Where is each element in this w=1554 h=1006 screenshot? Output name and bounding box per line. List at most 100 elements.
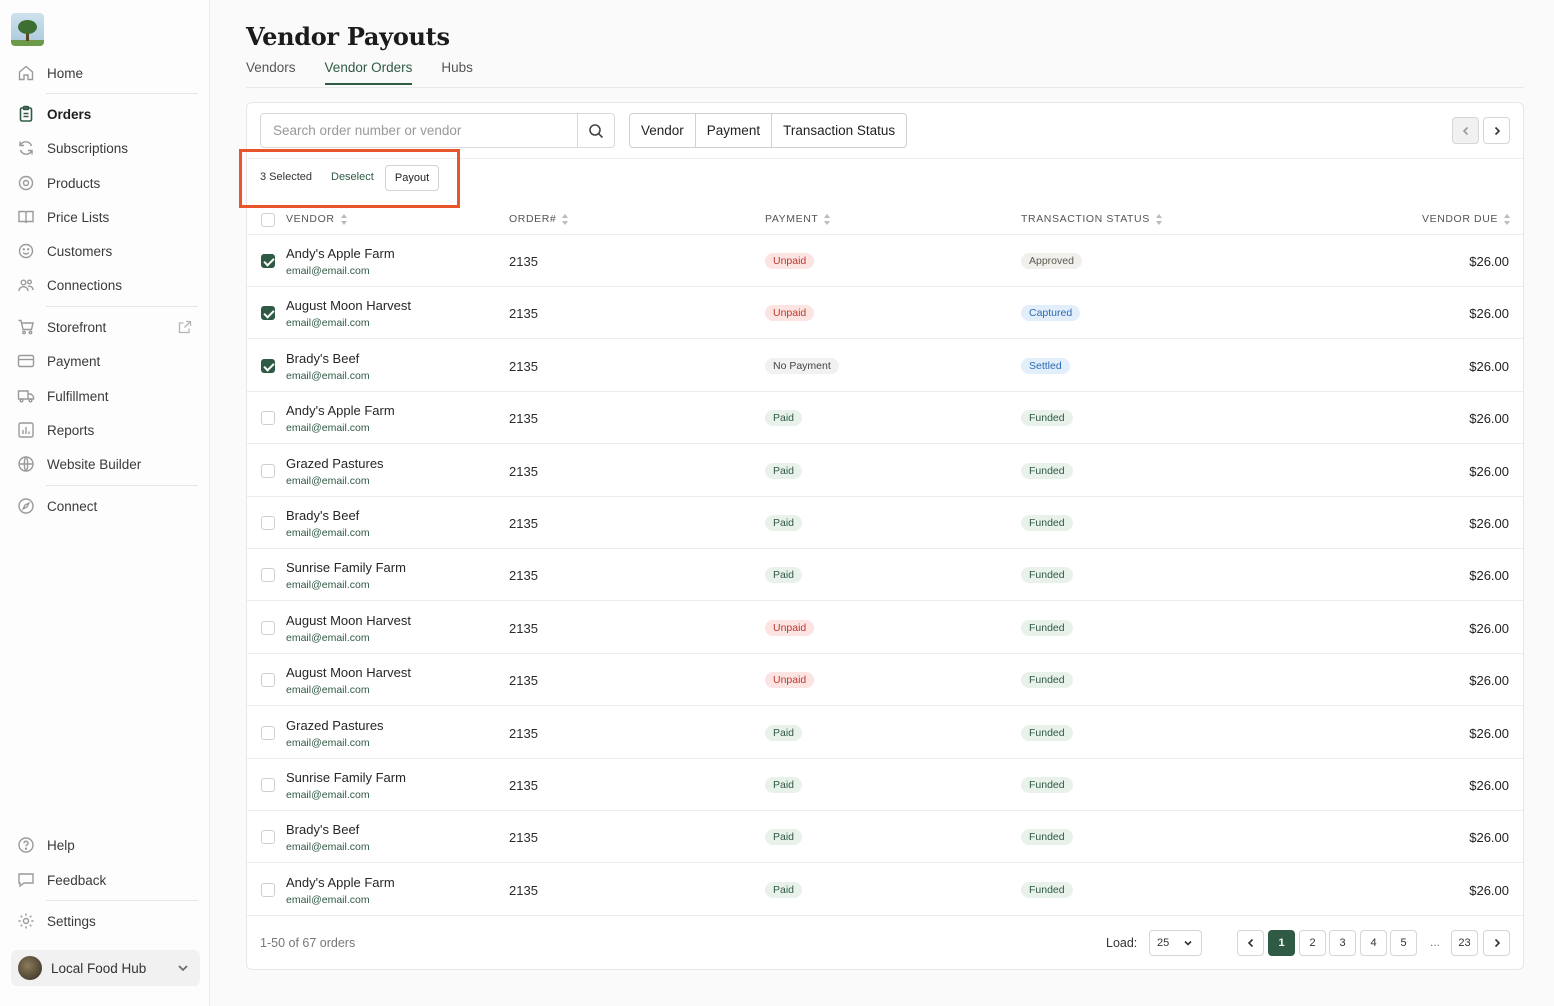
row-checkbox[interactable]: [261, 568, 275, 583]
column-header-vendor[interactable]: VENDOR: [286, 213, 348, 225]
external-link-icon[interactable]: [178, 320, 192, 334]
vendor-email[interactable]: email@email.com: [286, 684, 370, 696]
row-checkbox[interactable]: [261, 358, 275, 373]
column-header-order[interactable]: ORDER#: [509, 213, 569, 225]
vendor-name[interactable]: Brady's Beef: [286, 508, 359, 523]
vendor-email[interactable]: email@email.com: [286, 317, 370, 329]
results-count: 1-50 of 67 orders: [260, 936, 356, 950]
row-checkbox[interactable]: [261, 725, 275, 740]
page-button-4[interactable]: 4: [1360, 930, 1387, 956]
table-row[interactable]: August Moon Harvest email@email.com 2135 Un…: [247, 602, 1523, 654]
vendor-email[interactable]: email@email.com: [286, 632, 370, 644]
vendor-name[interactable]: Andy's Apple Farm: [286, 875, 395, 890]
vendor-name[interactable]: Sunrise Family Farm: [286, 770, 406, 785]
row-checkbox[interactable]: [261, 830, 275, 845]
vendor-name[interactable]: Sunrise Family Farm: [286, 560, 406, 575]
row-checkbox[interactable]: [261, 620, 275, 635]
sidebar-item-products[interactable]: Products: [16, 170, 198, 196]
row-checkbox[interactable]: [261, 411, 275, 426]
prev-page-button[interactable]: [1237, 930, 1264, 956]
row-checkbox[interactable]: [261, 254, 275, 268]
page-button-last[interactable]: 23: [1451, 930, 1478, 956]
sidebar-item-feedback[interactable]: Feedback: [16, 867, 198, 893]
table-row[interactable]: Andy's Apple Farm email@email.com 2135 Unpa…: [247, 235, 1523, 287]
vendor-name[interactable]: Brady's Beef: [286, 351, 359, 366]
sidebar-item-price-lists[interactable]: Price Lists: [16, 204, 198, 230]
row-checkbox[interactable]: [261, 306, 275, 321]
deselect-link[interactable]: Deselect: [331, 171, 374, 183]
hub-switcher[interactable]: Local Food Hub: [11, 950, 200, 986]
search-button[interactable]: [577, 114, 614, 147]
table-row[interactable]: Andy's Apple Farm email@email.com 2135 Paid…: [247, 392, 1523, 445]
sidebar-item-reports[interactable]: Reports: [16, 417, 198, 443]
sidebar-item-customers[interactable]: Customers: [16, 238, 198, 264]
row-checkbox[interactable]: [261, 463, 275, 478]
page-button-5[interactable]: 5: [1390, 930, 1417, 956]
vendor-name[interactable]: August Moon Harvest: [286, 665, 411, 680]
vendor-name[interactable]: Brady's Beef: [286, 822, 359, 837]
vendor-email[interactable]: email@email.com: [286, 370, 370, 382]
vendor-email[interactable]: email@email.com: [286, 265, 370, 277]
column-header-payment[interactable]: PAYMENT: [765, 213, 831, 225]
next-page-button[interactable]: [1483, 930, 1510, 956]
tab-hubs[interactable]: Hubs: [441, 60, 473, 85]
page-button-1[interactable]: 1: [1268, 930, 1295, 956]
vendor-email[interactable]: email@email.com: [286, 422, 370, 434]
vendor-email[interactable]: email@email.com: [286, 737, 370, 749]
page-button-3[interactable]: 3: [1329, 930, 1356, 956]
filter-payment-button[interactable]: Payment: [696, 114, 773, 147]
vendor-name[interactable]: Grazed Pastures: [286, 718, 384, 733]
filter-vendor-button[interactable]: Vendor: [630, 114, 696, 147]
sidebar-item-website-builder[interactable]: Website Builder: [16, 451, 198, 477]
table-row[interactable]: August Moon Harvest email@email.com 2135 Un…: [247, 654, 1523, 707]
sidebar-item-storefront[interactable]: Storefront: [16, 314, 198, 340]
vendor-name[interactable]: Andy's Apple Farm: [286, 403, 395, 418]
filter-transaction-status-button[interactable]: Transaction Status: [772, 114, 906, 147]
sidebar-item-help[interactable]: Help: [16, 832, 198, 858]
app-logo[interactable]: [11, 13, 44, 46]
table-row[interactable]: Brady's Beef email@email.com 2135 No Paymen…: [247, 340, 1523, 392]
sidebar-item-orders[interactable]: Orders: [16, 101, 198, 127]
table-row[interactable]: August Moon Harvest email@email.com 2135 Un…: [247, 287, 1523, 340]
search-input[interactable]: [261, 114, 577, 147]
prev-page-button-top[interactable]: [1452, 117, 1479, 144]
vendor-email[interactable]: email@email.com: [286, 841, 370, 853]
vendor-due-amount: $26.00: [1469, 725, 1509, 741]
sidebar-item-connections[interactable]: Connections: [16, 272, 198, 298]
vendor-email[interactable]: email@email.com: [286, 894, 370, 906]
sidebar-item-subscriptions[interactable]: Subscriptions: [16, 135, 198, 161]
vendor-name[interactable]: August Moon Harvest: [286, 298, 411, 313]
table-row[interactable]: Andy's Apple Farm email@email.com 2135 Paid…: [247, 864, 1523, 916]
payout-button[interactable]: Payout: [385, 165, 439, 191]
row-checkbox[interactable]: [261, 516, 275, 530]
sidebar-item-payment[interactable]: Payment: [16, 348, 198, 374]
column-header-transaction-status[interactable]: TRANSACTION STATUS: [1021, 213, 1163, 225]
table-row[interactable]: Sunrise Family Farm email@email.com 2135 Pa…: [247, 549, 1523, 602]
table-row[interactable]: Brady's Beef email@email.com 2135 Paid Funde…: [247, 497, 1523, 549]
row-checkbox[interactable]: [261, 673, 275, 688]
table-row[interactable]: Grazed Pastures email@email.com 2135 Paid Fu…: [247, 707, 1523, 759]
sidebar-item-connect[interactable]: Connect: [16, 493, 198, 519]
row-checkbox[interactable]: [261, 778, 275, 792]
tab-vendors[interactable]: Vendors: [246, 60, 296, 85]
vendor-email[interactable]: email@email.com: [286, 579, 370, 591]
select-all-checkbox[interactable]: [261, 213, 275, 227]
column-header-vendor-due[interactable]: VENDOR DUE: [1422, 213, 1511, 225]
page-button-2[interactable]: 2: [1299, 930, 1326, 956]
tab-vendor-orders[interactable]: Vendor Orders: [324, 60, 413, 85]
sidebar-item-home[interactable]: Home: [16, 60, 198, 86]
table-row[interactable]: Sunrise Family Farm email@email.com 2135 Pa…: [247, 759, 1523, 811]
row-checkbox[interactable]: [261, 882, 275, 897]
sidebar-item-fulfillment[interactable]: Fulfillment: [16, 383, 198, 409]
vendor-name[interactable]: August Moon Harvest: [286, 613, 411, 628]
vendor-email[interactable]: email@email.com: [286, 527, 370, 539]
table-row[interactable]: Brady's Beef email@email.com 2135 Paid Funde…: [247, 811, 1523, 864]
vendor-email[interactable]: email@email.com: [286, 475, 370, 487]
sidebar-item-settings[interactable]: Settings: [16, 908, 198, 934]
vendor-name[interactable]: Andy's Apple Farm: [286, 246, 395, 261]
table-row[interactable]: Grazed Pastures email@email.com 2135 Paid Fu…: [247, 445, 1523, 497]
vendor-email[interactable]: email@email.com: [286, 789, 370, 801]
vendor-name[interactable]: Grazed Pastures: [286, 456, 384, 471]
next-page-button-top[interactable]: [1483, 117, 1510, 144]
page-size-select[interactable]: 25: [1149, 930, 1202, 956]
